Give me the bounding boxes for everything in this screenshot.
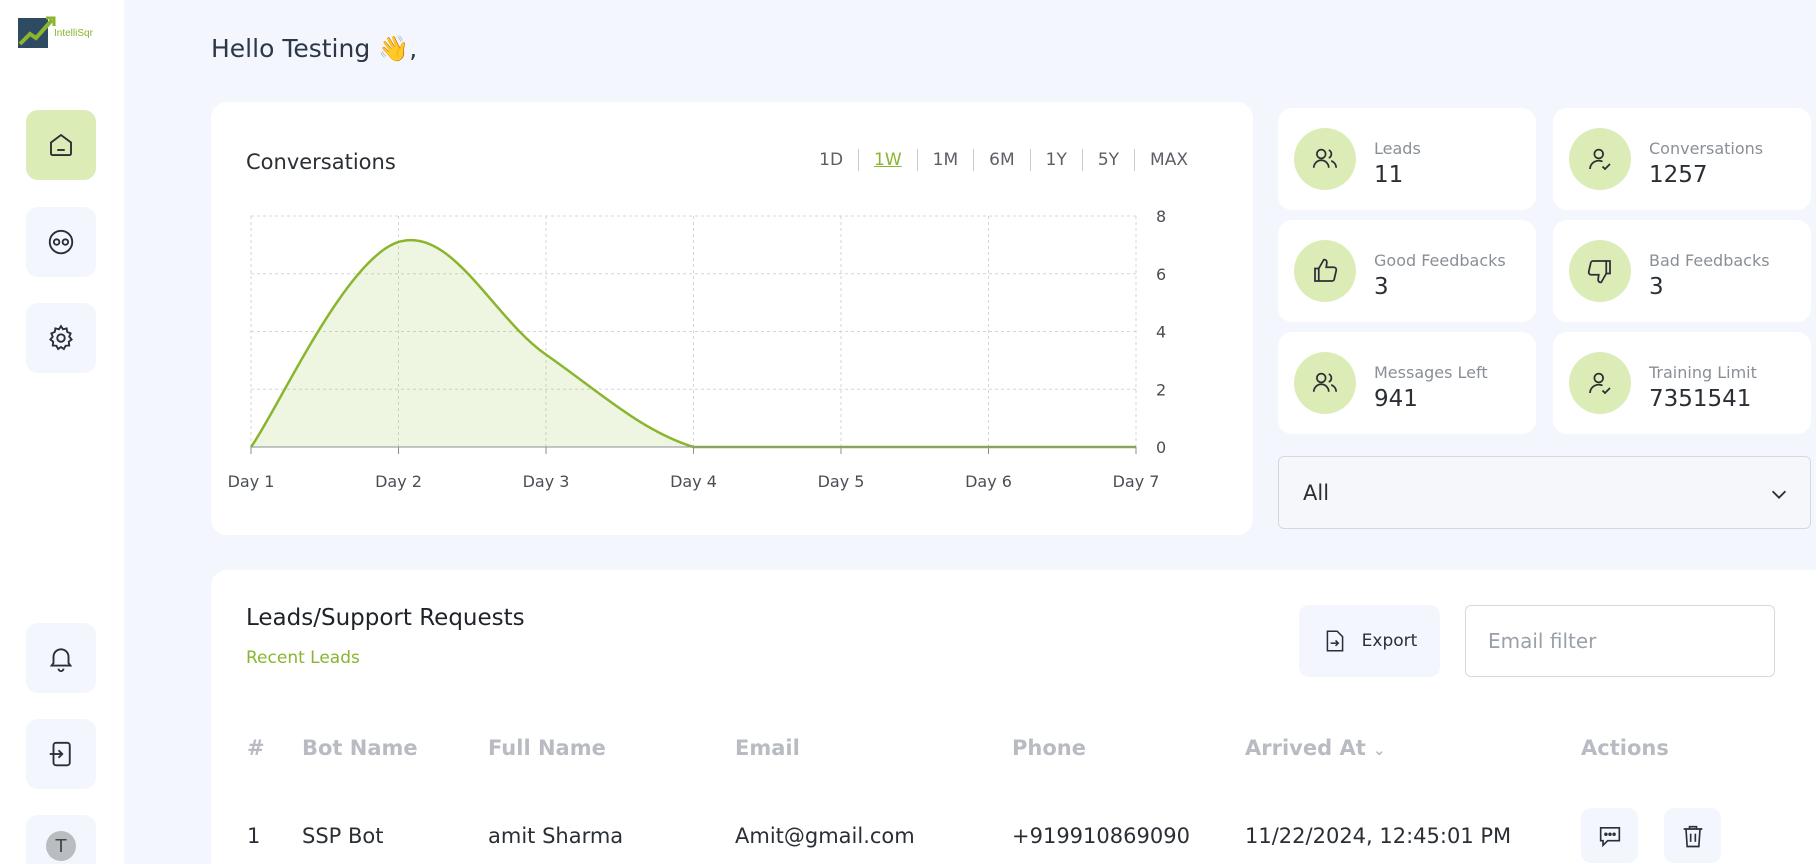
export-icon bbox=[1326, 630, 1344, 652]
user-check-icon bbox=[1589, 372, 1611, 395]
stat-conversations: Conversations 1257 bbox=[1553, 108, 1811, 210]
column-email[interactable]: Email bbox=[735, 736, 800, 760]
sort-chevron-icon: ⌄ bbox=[1373, 741, 1386, 759]
stat-label: Conversations bbox=[1649, 139, 1764, 158]
notifications-button[interactable] bbox=[26, 623, 96, 693]
stat-value: 3 bbox=[1374, 274, 1389, 300]
chat-icon bbox=[1599, 826, 1620, 847]
sidebar: IntelliSqr T bbox=[0, 0, 124, 864]
row-full-name: amit Sharma bbox=[488, 824, 624, 848]
column-actions: Actions bbox=[1581, 736, 1669, 760]
export-button[interactable]: Export bbox=[1299, 605, 1440, 677]
stat-messages-left: Messages Left 941 bbox=[1278, 332, 1536, 434]
x-tick-label: Day 2 bbox=[375, 472, 422, 491]
nav-home-button[interactable] bbox=[26, 110, 96, 180]
x-tick-label: Day 3 bbox=[523, 472, 570, 491]
logo[interactable]: IntelliSqr bbox=[18, 14, 98, 50]
row-index: 1 bbox=[247, 824, 261, 848]
y-tick-label: 4 bbox=[1156, 323, 1166, 342]
leads-card: Leads/Support Requests Recent Leads Expo… bbox=[211, 570, 1816, 864]
x-tick-label: Day 1 bbox=[228, 472, 275, 491]
column-index: # bbox=[247, 736, 265, 760]
y-tick-label: 2 bbox=[1156, 380, 1166, 399]
column-arrived-at-label: Arrived At bbox=[1245, 736, 1366, 760]
logout-button[interactable] bbox=[26, 719, 96, 789]
stat-label: Leads bbox=[1374, 139, 1421, 158]
stat-label: Bad Feedbacks bbox=[1649, 251, 1770, 270]
view-conversation-button[interactable] bbox=[1581, 808, 1638, 863]
x-tick-label: Day 5 bbox=[818, 472, 865, 491]
select-value: All bbox=[1303, 481, 1330, 505]
x-tick-label: Day 4 bbox=[670, 472, 717, 491]
gear-icon bbox=[49, 324, 73, 351]
users-icon bbox=[1312, 148, 1338, 168]
conversations-chart-card: Conversations 1D 1W 1M 6M 1Y 5Y MAX 0246… bbox=[211, 102, 1253, 535]
email-filter-input[interactable] bbox=[1465, 605, 1775, 677]
row-email: Amit@gmail.com bbox=[735, 824, 915, 848]
stat-value: 3 bbox=[1649, 274, 1664, 300]
stat-training-limit: Training Limit 7351541 bbox=[1553, 332, 1811, 434]
nav-bots-button[interactable] bbox=[26, 207, 96, 277]
delete-lead-button[interactable] bbox=[1664, 808, 1721, 863]
home-icon bbox=[50, 133, 72, 156]
y-tick-label: 0 bbox=[1156, 438, 1166, 457]
column-full-name[interactable]: Full Name bbox=[488, 736, 606, 760]
thumbs-up-icon bbox=[1314, 258, 1338, 282]
avatar: T bbox=[46, 831, 76, 861]
stat-value: 7351541 bbox=[1649, 386, 1752, 412]
x-tick-label: Day 6 bbox=[965, 472, 1012, 491]
stat-value: 11 bbox=[1374, 162, 1404, 188]
leads-title: Leads/Support Requests bbox=[246, 605, 525, 631]
column-arrived-at[interactable]: Arrived At ⌄ bbox=[1245, 736, 1386, 760]
row-arrived-at: 11/22/2024, 12:45:01 PM bbox=[1245, 824, 1512, 848]
bot-filter-select[interactable]: All bbox=[1278, 456, 1811, 529]
avatar-button[interactable]: T bbox=[26, 815, 96, 864]
x-tick-label: Day 7 bbox=[1113, 472, 1160, 491]
column-phone[interactable]: Phone bbox=[1012, 736, 1086, 760]
stat-bad-feedbacks: Bad Feedbacks 3 bbox=[1553, 220, 1811, 322]
stat-value: 1257 bbox=[1649, 162, 1708, 188]
row-phone: +919910869090 bbox=[1012, 824, 1190, 848]
stat-label: Training Limit bbox=[1649, 363, 1757, 382]
thumbs-down-icon bbox=[1587, 260, 1611, 284]
users-icon bbox=[1312, 372, 1338, 392]
chevron-down-icon bbox=[1771, 490, 1787, 499]
logout-icon bbox=[49, 741, 71, 767]
row-bot-name: SSP Bot bbox=[302, 824, 384, 848]
trash-icon bbox=[1683, 825, 1702, 847]
logo-text: IntelliSqr bbox=[54, 28, 93, 39]
column-bot-name[interactable]: Bot Name bbox=[302, 736, 418, 760]
stat-good-feedbacks: Good Feedbacks 3 bbox=[1278, 220, 1536, 322]
nav-settings-button[interactable] bbox=[26, 303, 96, 373]
stat-label: Messages Left bbox=[1374, 363, 1488, 382]
bell-icon bbox=[49, 648, 73, 673]
stat-label: Good Feedbacks bbox=[1374, 251, 1506, 270]
conversations-chart: 0 2 4 6 8 Day 1 Day 2 Day 3 Day 4 Day 5 Day 6 Day 7 bbox=[228, 207, 1167, 491]
user-check-icon bbox=[1589, 148, 1611, 171]
export-label: Export bbox=[1361, 631, 1418, 651]
stat-leads: Leads 11 bbox=[1278, 108, 1536, 210]
y-tick-label: 8 bbox=[1156, 207, 1166, 226]
stat-value: 941 bbox=[1374, 386, 1418, 412]
leads-subtitle: Recent Leads bbox=[246, 648, 360, 668]
y-tick-label: 6 bbox=[1156, 265, 1166, 284]
bot-icon bbox=[48, 229, 74, 255]
greeting: Hello Testing 👋, bbox=[211, 34, 418, 63]
